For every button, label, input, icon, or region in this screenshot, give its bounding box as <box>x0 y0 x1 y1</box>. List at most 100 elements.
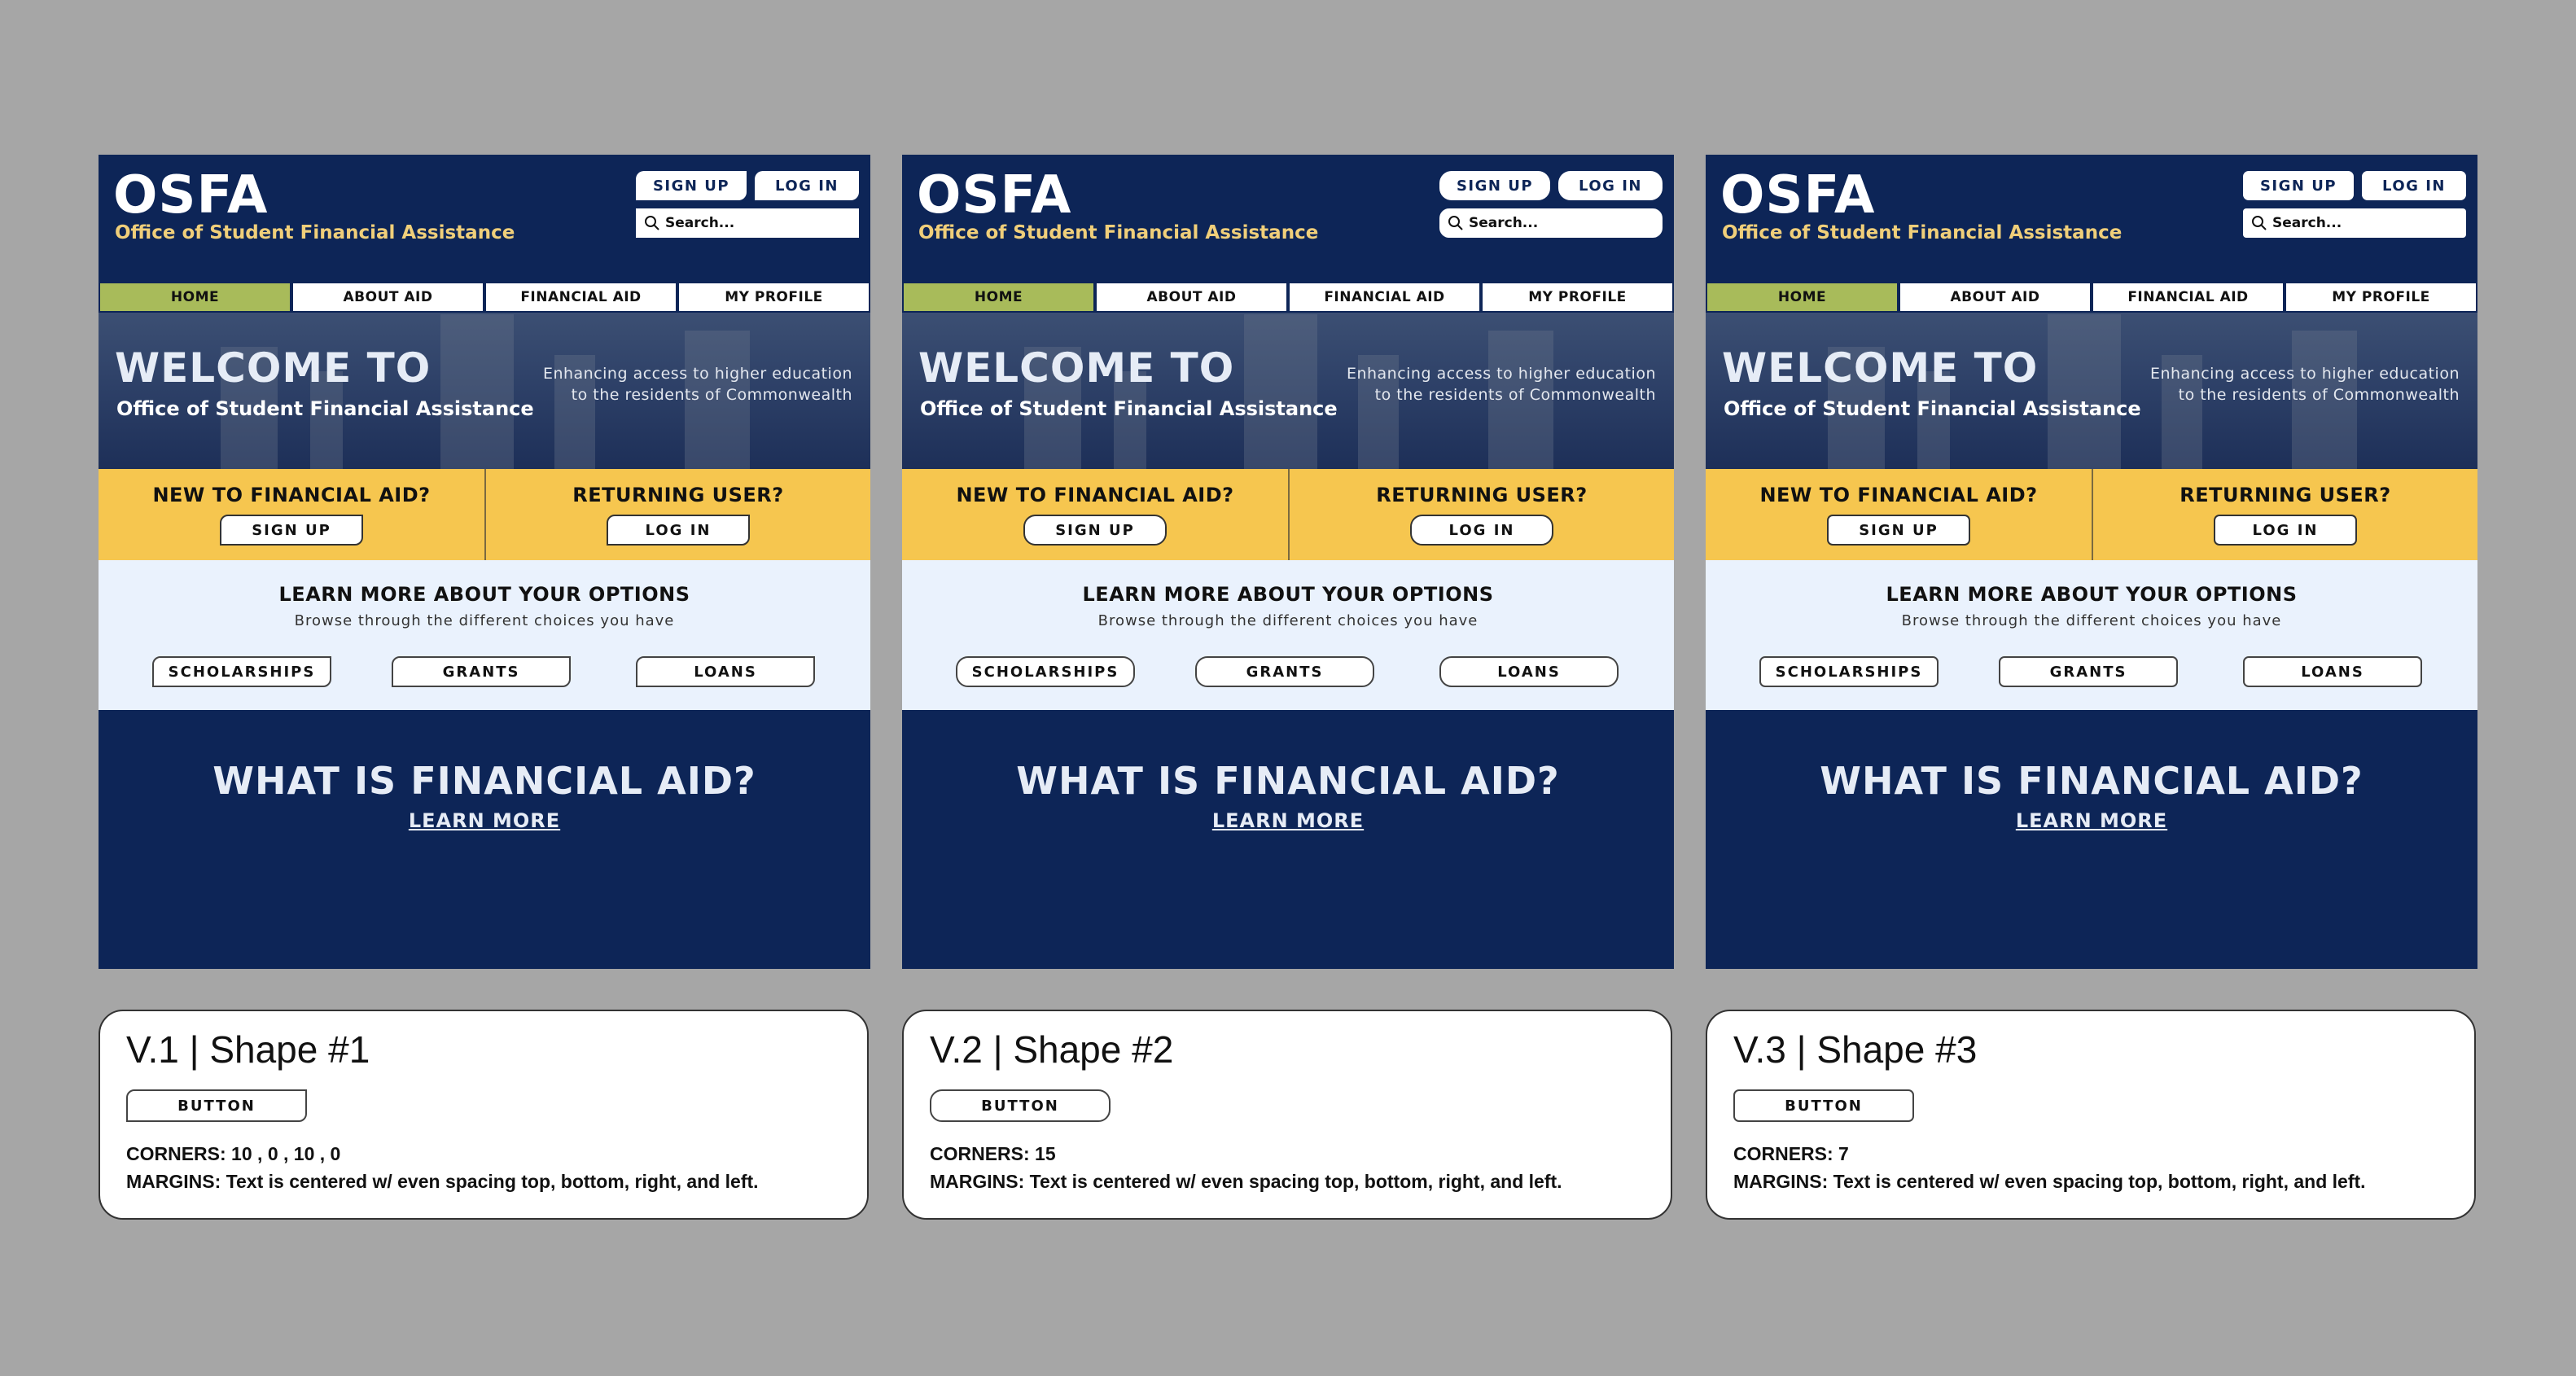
hero-skyline <box>440 314 514 469</box>
nav-item-my-profile[interactable]: MY PROFILE <box>2285 282 2477 313</box>
mockup-v3: OSFA Office of Student Financial Assista… <box>1706 155 2477 969</box>
nav-item-about-aid[interactable]: ABOUT AID <box>1095 282 1288 313</box>
search-input[interactable]: Search... <box>1439 208 1663 238</box>
search-input[interactable]: Search... <box>636 208 859 238</box>
nav-item-financial-aid[interactable]: FINANCIAL AID <box>2092 282 2285 313</box>
hero-tagline-line: to the residents of Commonwealth <box>1374 386 1656 404</box>
spec-card-title: V.3 | Shape #3 <box>1733 1028 1978 1071</box>
hero-tagline: Enhancing access to higher education to … <box>1347 363 1656 405</box>
options-section: LEARN MORE ABOUT YOUR OPTIONS Browse thr… <box>902 560 1674 710</box>
site-logo-subtitle: Office of Student Financial Assistance <box>1722 222 2123 243</box>
header-signup-button[interactable]: SIGN UP <box>2243 171 2354 200</box>
signup-button[interactable]: SIGN UP <box>1827 515 1970 546</box>
new-user-title: NEW TO FINANCIAL AID? <box>1759 484 2038 506</box>
returning-user-title: RETURNING USER? <box>1376 484 1588 506</box>
returning-user-title: RETURNING USER? <box>2180 484 2391 506</box>
nav-item-financial-aid[interactable]: FINANCIAL AID <box>1288 282 1481 313</box>
learn-more-link[interactable]: LEARN MORE <box>902 809 1674 832</box>
nav-item-financial-aid[interactable]: FINANCIAL AID <box>484 282 677 313</box>
loans-button[interactable]: LOANS <box>2243 656 2422 687</box>
scholarships-button[interactable]: SCHOLARSHIPS <box>1759 656 1939 687</box>
hero-banner: WELCOME TO Office of Student Financial A… <box>99 313 870 469</box>
account-band: NEW TO FINANCIAL AID? SIGN UP RETURNING … <box>1706 469 2477 560</box>
options-title: LEARN MORE ABOUT YOUR OPTIONS <box>1082 583 1494 606</box>
main-nav: HOME ABOUT AID FINANCIAL AID MY PROFILE <box>99 282 870 313</box>
what-is-aid-section: WHAT IS FINANCIAL AID? LEARN MORE <box>1706 710 2477 969</box>
search-input[interactable]: Search... <box>2243 208 2466 238</box>
header-signup-button[interactable]: SIGN UP <box>636 171 747 200</box>
new-user-title: NEW TO FINANCIAL AID? <box>152 484 431 506</box>
login-button[interactable]: LOG IN <box>607 515 750 546</box>
spec-card-v3: V.3 | Shape #3 BUTTON CORNERS: 7 MARGINS… <box>1706 1010 2476 1220</box>
site-logo-subtitle: Office of Student Financial Assistance <box>115 222 515 243</box>
hero-banner: WELCOME TO Office of Student Financial A… <box>1706 313 2477 469</box>
header-login-button[interactable]: LOG IN <box>755 171 859 200</box>
site-logo[interactable]: OSFA <box>917 169 1071 221</box>
hero-tagline-line: to the residents of Commonwealth <box>571 386 852 404</box>
signup-button[interactable]: SIGN UP <box>220 515 363 546</box>
what-is-aid-section: WHAT IS FINANCIAL AID? LEARN MORE <box>902 710 1674 969</box>
search-icon <box>1448 216 1463 230</box>
site-header: OSFA Office of Student Financial Assista… <box>99 155 870 282</box>
nav-item-home[interactable]: HOME <box>1706 282 1899 313</box>
account-band: NEW TO FINANCIAL AID? SIGN UP RETURNING … <box>902 469 1674 560</box>
hero-skyline <box>2048 314 2121 469</box>
learn-more-link[interactable]: LEARN MORE <box>1706 809 2477 832</box>
nav-item-home[interactable]: HOME <box>99 282 291 313</box>
sample-button[interactable]: BUTTON <box>126 1089 307 1122</box>
loans-button[interactable]: LOANS <box>636 656 815 687</box>
returning-user-section: RETURNING USER? LOG IN <box>484 469 870 560</box>
nav-item-my-profile[interactable]: MY PROFILE <box>677 282 870 313</box>
options-section: LEARN MORE ABOUT YOUR OPTIONS Browse thr… <box>1706 560 2477 710</box>
spec-card-v1: V.1 | Shape #1 BUTTON CORNERS: 10 , 0 , … <box>99 1010 869 1220</box>
login-button[interactable]: LOG IN <box>1410 515 1553 546</box>
search-placeholder: Search... <box>1469 215 1539 231</box>
hero-tagline: Enhancing access to higher education to … <box>543 363 852 405</box>
returning-user-section: RETURNING USER? LOG IN <box>1288 469 1674 560</box>
scholarships-button[interactable]: SCHOLARSHIPS <box>152 656 331 687</box>
site-logo[interactable]: OSFA <box>113 169 268 221</box>
search-icon <box>2252 216 2267 230</box>
hero-tagline-line: to the residents of Commonwealth <box>2178 386 2460 404</box>
hero-banner: WELCOME TO Office of Student Financial A… <box>902 313 1674 469</box>
options-subtitle: Browse through the different choices you… <box>1097 612 1479 629</box>
sample-button[interactable]: BUTTON <box>1733 1089 1914 1122</box>
nav-item-my-profile[interactable]: MY PROFILE <box>1481 282 1674 313</box>
header-login-button[interactable]: LOG IN <box>2362 171 2466 200</box>
grants-button[interactable]: GRANTS <box>1999 656 2178 687</box>
new-user-section: NEW TO FINANCIAL AID? SIGN UP <box>1706 469 2092 560</box>
sample-button[interactable]: BUTTON <box>930 1089 1111 1122</box>
what-is-aid-title: WHAT IS FINANCIAL AID? <box>212 759 756 803</box>
spec-margins: MARGINS: Text is centered w/ even spacin… <box>126 1171 759 1192</box>
header-login-button[interactable]: LOG IN <box>1558 171 1663 200</box>
hero-tagline-line: Enhancing access to higher education <box>542 365 852 383</box>
scholarships-button[interactable]: SCHOLARSHIPS <box>956 656 1135 687</box>
options-subtitle: Browse through the different choices you… <box>294 612 675 629</box>
nav-item-home[interactable]: HOME <box>902 282 1095 313</box>
grants-button[interactable]: GRANTS <box>1195 656 1374 687</box>
learn-more-link[interactable]: LEARN MORE <box>99 809 870 832</box>
hero-subtitle: Office of Student Financial Assistance <box>920 397 1338 420</box>
site-logo[interactable]: OSFA <box>1720 169 1875 221</box>
hero-tagline-line: Enhancing access to higher education <box>1346 365 1656 383</box>
options-section: LEARN MORE ABOUT YOUR OPTIONS Browse thr… <box>99 560 870 710</box>
loans-button[interactable]: LOANS <box>1439 656 1619 687</box>
returning-user-section: RETURNING USER? LOG IN <box>2092 469 2477 560</box>
spec-margins: MARGINS: Text is centered w/ even spacin… <box>1733 1171 2366 1192</box>
hero-title: WELCOME TO <box>918 344 1235 392</box>
options-title: LEARN MORE ABOUT YOUR OPTIONS <box>278 583 690 606</box>
signup-button[interactable]: SIGN UP <box>1023 515 1167 546</box>
spec-card-v2: V.2 | Shape #2 BUTTON CORNERS: 15 MARGIN… <box>902 1010 1672 1220</box>
login-button[interactable]: LOG IN <box>2214 515 2357 546</box>
hero-tagline: Enhancing access to higher education to … <box>2150 363 2460 405</box>
grants-button[interactable]: GRANTS <box>392 656 571 687</box>
header-signup-button[interactable]: SIGN UP <box>1439 171 1550 200</box>
main-nav: HOME ABOUT AID FINANCIAL AID MY PROFILE <box>902 282 1674 313</box>
spec-card-title: V.2 | Shape #2 <box>930 1028 1174 1071</box>
mockup-v2: OSFA Office of Student Financial Assista… <box>902 155 1674 969</box>
returning-user-title: RETURNING USER? <box>572 484 784 506</box>
nav-item-about-aid[interactable]: ABOUT AID <box>1899 282 2092 313</box>
nav-item-about-aid[interactable]: ABOUT AID <box>291 282 484 313</box>
spec-margins: MARGINS: Text is centered w/ even spacin… <box>930 1171 1562 1192</box>
what-is-aid-title: WHAT IS FINANCIAL AID? <box>1016 759 1560 803</box>
